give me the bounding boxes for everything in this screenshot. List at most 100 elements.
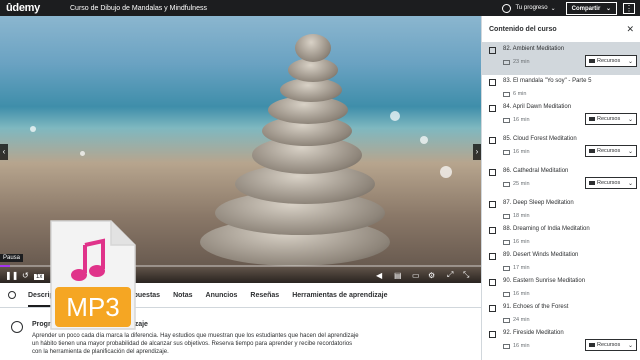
lesson-checkbox[interactable] [489,253,496,260]
fullscreen-icon[interactable]: ⤢ [447,270,453,280]
lesson-title: 86. Cathedral Meditation [503,168,569,174]
lesson-item[interactable]: 83. El mandala "Yo soy" - Parte 5 6 min [482,75,640,101]
lesson-checkbox[interactable] [489,201,496,208]
video-icon [503,59,510,65]
lesson-title: 88. Dreaming of India Meditation [503,226,590,232]
lesson-duration: 24 min [503,317,530,323]
folder-icon [589,117,595,121]
lesson-item[interactable]: 87. Deep Sleep Meditation 18 min [482,197,640,223]
next-lecture-button[interactable]: › [473,144,481,160]
video-icon [503,265,510,271]
lesson-duration-text: 6 min [513,91,527,97]
playback-speed[interactable]: 1x [34,274,45,280]
lesson-duration: 25 min [503,181,530,187]
lesson-duration-text: 24 min [513,317,530,323]
bokeh-light [80,151,85,156]
lesson-item[interactable]: 85. Cloud Forest Meditation 16 min Recurso… [482,133,640,165]
lesson-duration-text: 17 min [513,265,530,271]
progress-label: Tu progreso [515,5,548,11]
resources-label: Recursos [597,116,621,122]
resources-button[interactable]: Recursos ⌄ [585,339,637,351]
seek-progress [0,265,10,267]
resources-button[interactable]: Recursos ⌄ [585,55,637,67]
lesson-duration: 16 min [503,291,530,297]
lesson-item[interactable]: 82. Ambient Meditation 23 min Recursos ⌄ [482,43,640,75]
tab-learning-tools[interactable]: Herramientas de aprendizaje [292,292,387,299]
video-icon [503,149,510,155]
more-options-button[interactable]: ⋮ [623,2,635,14]
resources-button[interactable]: Recursos ⌄ [585,113,637,125]
volume-icon[interactable]: ◀ [376,271,382,280]
search-icon[interactable] [8,291,16,299]
lesson-duration-text: 23 min [513,59,530,65]
lesson-checkbox[interactable] [489,169,496,176]
resources-button[interactable]: Recursos ⌄ [585,177,637,189]
chevron-down-icon: ⌄ [605,5,611,12]
lesson-checkbox[interactable] [489,279,496,286]
pause-icon[interactable]: ❚❚ [5,271,18,280]
udemy-logo[interactable]: ûdemy [6,2,58,14]
lesson-item[interactable]: 92. Fireside Meditation 16 min Recursos ⌄ [482,327,640,359]
chevron-down-icon: ⌄ [627,58,633,65]
lesson-checkbox[interactable] [489,79,496,86]
alarm-clock-icon [11,321,23,333]
lesson-item[interactable]: 91. Echoes of the Forest 24 min [482,301,640,327]
video-icon [503,291,510,297]
lesson-duration: 16 min [503,239,530,245]
lesson-duration: 17 min [503,265,530,271]
lesson-duration-text: 16 min [513,117,530,123]
lesson-duration: 18 min [503,213,530,219]
lesson-title: 83. El mandala "Yo soy" - Parte 5 [503,78,592,84]
close-icon[interactable]: ✕ [626,24,634,35]
bokeh-light [440,166,452,178]
lesson-item[interactable]: 90. Eastern Sunrise Meditation 16 min [482,275,640,301]
lesson-item[interactable]: 88. Dreaming of India Meditation 16 min [482,223,640,249]
lesson-duration: 6 min [503,91,526,97]
mp3-file-icon: MP3 [50,220,136,330]
reminder-text: Aprender un poco cada día marca la difer… [32,333,359,355]
lesson-checkbox[interactable] [489,137,496,144]
lesson-title: 87. Deep Sleep Meditation [503,200,574,206]
lesson-checkbox[interactable] [489,305,496,312]
course-title[interactable]: Curso de Dibujo de Mandalas y Mindfulnes… [70,5,502,12]
lesson-duration: 16 min [503,149,530,155]
lesson-item[interactable]: 84. April Dawn Meditation 16 min Recursos ⌄ [482,101,640,133]
chevron-down-icon: ⌄ [627,148,633,155]
expand-icon[interactable]: ⤡ [463,270,469,280]
captions-icon[interactable]: ▭ [412,271,420,280]
lesson-duration-text: 25 min [513,181,530,187]
progress-button[interactable]: Tu progreso ⌄ [502,3,556,13]
lesson-checkbox[interactable] [489,331,496,338]
lesson-duration: 16 min [503,117,530,123]
lesson-item[interactable]: 86. Cathedral Meditation 25 min Recursos ⌄ [482,165,640,197]
share-button[interactable]: Compartir ⌄ [565,1,617,15]
resources-label: Recursos [597,342,621,348]
chevron-down-icon: ⌄ [627,180,633,187]
rewind-icon[interactable]: ↺ [22,271,29,280]
folder-icon [589,149,595,153]
lesson-title: 90. Eastern Sunrise Meditation [503,278,586,284]
video-icon [503,213,510,219]
lesson-title: 82. Ambient Meditation [503,46,565,52]
course-content-sidebar: Contenido del curso ✕ 82. Ambient Medita… [481,16,640,360]
settings-icon[interactable]: ⚙ [428,271,435,280]
previous-lecture-button[interactable]: ‹ [0,144,8,160]
video-icon [503,117,510,123]
resources-label: Recursos [597,58,621,64]
lesson-checkbox[interactable] [489,227,496,234]
tab-announcements[interactable]: Anuncios [206,292,238,299]
lesson-item[interactable]: 89. Desert Winds Meditation 17 min [482,249,640,275]
chevron-down-icon: ⌄ [550,5,556,12]
video-icon [503,343,510,349]
lesson-checkbox[interactable] [489,105,496,112]
tab-reviews[interactable]: Reseñas [250,292,279,299]
resources-button[interactable]: Recursos ⌄ [585,145,637,157]
lesson-list: 82. Ambient Meditation 23 min Recursos ⌄ 83.… [482,43,640,359]
top-bar: ûdemy Curso de Dibujo de Mandalas y Mind… [0,0,640,16]
tab-notes[interactable]: Notas [173,292,192,299]
resources-label: Recursos [597,180,621,186]
lesson-checkbox[interactable] [489,47,496,54]
transcript-icon[interactable]: ▤ [394,271,402,280]
lesson-title: 89. Desert Winds Meditation [503,252,579,258]
lesson-duration: 16 min [503,343,530,349]
